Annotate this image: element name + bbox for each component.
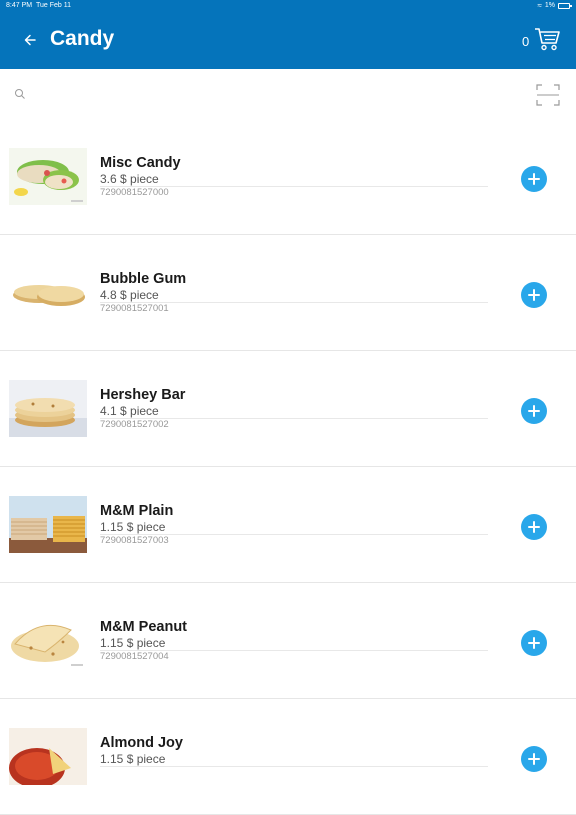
product-price: 1.15 $ piece xyxy=(100,520,166,534)
product-item[interactable]: Misc Candy 3.6 $ piece 7290081527000 xyxy=(0,120,576,235)
wifi-icon: ≈ xyxy=(537,1,542,10)
plus-icon xyxy=(528,521,540,533)
search-input[interactable] xyxy=(34,84,518,108)
product-barcode: 7290081527004 xyxy=(100,651,169,662)
product-name: Misc Candy xyxy=(100,155,181,171)
plus-icon xyxy=(528,753,540,765)
plus-icon xyxy=(528,405,540,417)
product-price: 1.15 $ piece xyxy=(100,752,166,766)
product-item[interactable]: Hershey Bar 4.1 $ piece 7290081527002 xyxy=(0,352,576,467)
battery-percent: 1% xyxy=(544,2,555,9)
plus-icon xyxy=(528,289,540,301)
add-to-cart-button[interactable] xyxy=(521,746,547,772)
product-barcode: 7290081527002 xyxy=(100,419,169,430)
add-to-cart-button[interactable] xyxy=(521,630,547,656)
add-to-cart-button[interactable] xyxy=(521,514,547,540)
add-to-cart-button[interactable] xyxy=(521,282,547,308)
product-price: 3.6 $ piece xyxy=(100,172,159,186)
status-time: 8:47 PM xyxy=(6,2,33,9)
search-icon xyxy=(15,89,25,99)
battery-icon xyxy=(558,3,572,9)
divider xyxy=(100,766,488,767)
app-bar: Candy 0 xyxy=(0,12,576,69)
status-bar: 8:47 PM Tue Feb 11 ≈ 1% xyxy=(0,0,576,12)
arrow-left-icon xyxy=(24,34,36,46)
product-image xyxy=(9,496,87,553)
plus-icon xyxy=(528,637,540,649)
status-right: ≈ 1% xyxy=(537,0,572,12)
product-price: 4.8 $ piece xyxy=(100,288,159,302)
product-barcode: 7290081527001 xyxy=(100,303,169,314)
product-barcode: 7290081527000 xyxy=(100,187,169,198)
product-name: Almond Joy xyxy=(100,735,183,751)
cart-button[interactable] xyxy=(534,26,560,52)
product-item[interactable]: Bubble Gum 4.8 $ piece 7290081527001 xyxy=(0,236,576,351)
product-name: M&M Plain xyxy=(100,503,174,519)
plus-icon xyxy=(528,173,540,185)
page-title: Candy xyxy=(50,27,115,50)
product-image xyxy=(9,148,87,205)
add-to-cart-button[interactable] xyxy=(521,398,547,424)
status-date: Tue Feb 11 xyxy=(36,2,72,9)
product-image xyxy=(9,612,87,669)
product-price: 1.15 $ piece xyxy=(100,636,166,650)
add-to-cart-button[interactable] xyxy=(521,166,547,192)
product-image xyxy=(9,264,87,321)
product-price: 4.1 $ piece xyxy=(100,404,159,418)
product-name: Hershey Bar xyxy=(100,387,186,403)
product-item[interactable]: M&M Peanut 1.15 $ piece 7290081527004 xyxy=(0,584,576,699)
back-button[interactable] xyxy=(18,26,42,54)
shopping-cart-icon xyxy=(535,28,560,51)
cart-count: 0 xyxy=(522,34,530,49)
product-name: M&M Peanut xyxy=(100,619,187,635)
product-item[interactable]: M&M Plain 1.15 $ piece 7290081527003 xyxy=(0,468,576,583)
barcode-scan-icon[interactable] xyxy=(536,84,560,106)
product-barcode: 7290081527003 xyxy=(100,535,169,546)
product-name: Bubble Gum xyxy=(100,271,187,287)
product-image xyxy=(9,728,87,785)
search-bar xyxy=(0,70,576,122)
product-image xyxy=(9,380,87,437)
product-item[interactable]: Almond Joy 1.15 $ piece xyxy=(0,700,576,815)
